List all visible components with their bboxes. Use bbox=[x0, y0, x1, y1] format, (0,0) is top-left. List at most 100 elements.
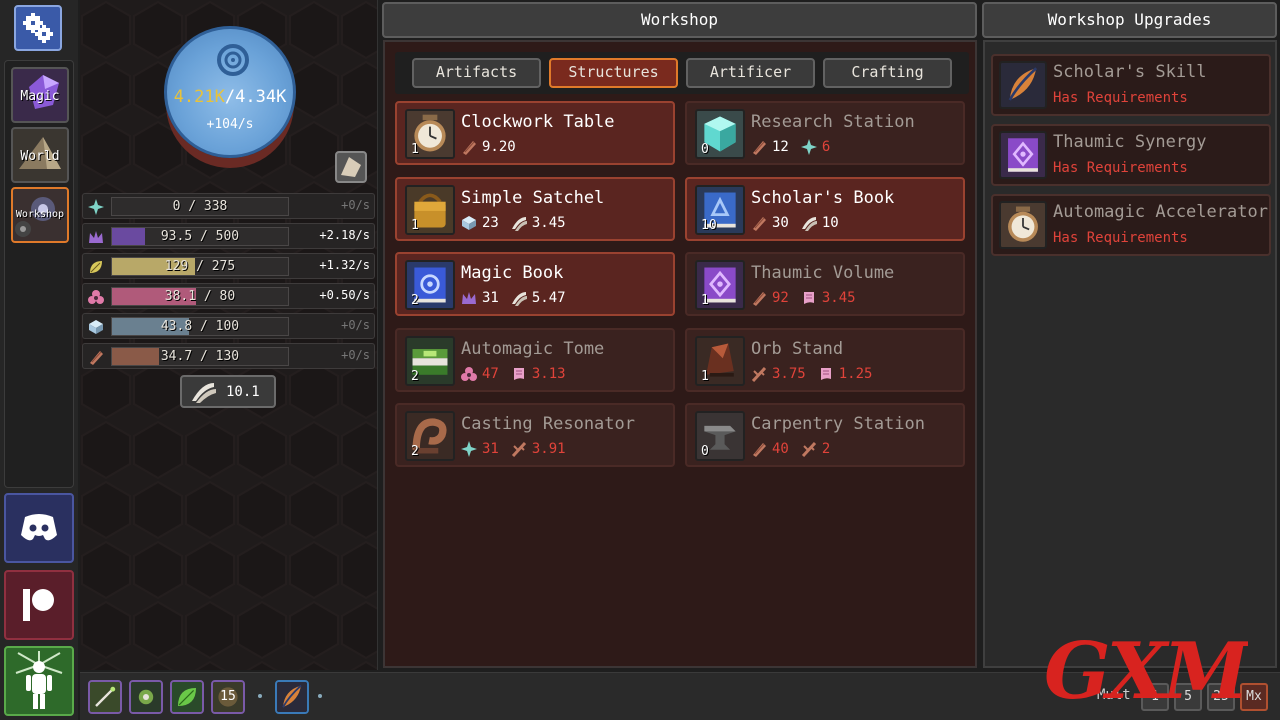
cost-value: 3.45 bbox=[821, 290, 856, 306]
structure-card[interactable]: 1 Simple Satchel 23 3.45 bbox=[395, 176, 675, 241]
nav-world-button[interactable]: World bbox=[11, 127, 69, 183]
structure-costs: 23 3.45 bbox=[461, 215, 566, 231]
upgrade-card[interactable]: Thaumic Synergy Has Requirements bbox=[991, 124, 1271, 186]
structure-thumb: 0 bbox=[695, 411, 745, 461]
structure-card[interactable]: 2 Casting Resonator 31 3.91 bbox=[395, 403, 675, 467]
mana-rate: +104/s bbox=[206, 117, 254, 132]
plank-icon bbox=[463, 141, 476, 155]
discord-icon bbox=[21, 514, 57, 541]
separator-dot bbox=[318, 694, 322, 698]
structure-card[interactable]: 2 Automagic Tome 47 3.13 bbox=[395, 327, 675, 392]
resource-row[interactable]: 0 / 338 +0/s bbox=[82, 193, 375, 219]
resource-row[interactable]: 129 / 275 +1.32/s bbox=[82, 253, 375, 279]
cost-value: 6 bbox=[821, 139, 831, 155]
scroll-icon bbox=[801, 216, 817, 231]
cost-value: 10 bbox=[821, 214, 839, 231]
buff-slot[interactable]: 15 bbox=[211, 680, 245, 714]
cost-item: 3.45 bbox=[511, 215, 566, 231]
trinity-icon bbox=[88, 290, 104, 304]
resource-icon-wrap bbox=[85, 286, 107, 308]
structure-costs: 12 6 bbox=[751, 139, 830, 155]
nav-workshop-button[interactable]: Workshop bbox=[11, 187, 69, 243]
nav-magic-label: Magic bbox=[20, 89, 60, 104]
parchment-icon bbox=[513, 367, 524, 380]
upgrade-requirement: Has Requirements bbox=[1053, 160, 1188, 176]
watermark-text: GXM bbox=[1044, 626, 1248, 716]
buff-slot[interactable] bbox=[129, 680, 163, 714]
patreon-button[interactable] bbox=[4, 570, 74, 640]
structure-card[interactable]: 0 Carpentry Station 40 2 bbox=[685, 403, 965, 467]
structure-count: 2 bbox=[411, 368, 419, 384]
structure-card[interactable]: 10 Scholar's Book 30 10 bbox=[685, 176, 965, 241]
resource-rate: +0/s bbox=[341, 348, 370, 362]
structure-name: Research Station bbox=[751, 112, 915, 132]
nav-magic-button[interactable]: Magic bbox=[11, 67, 69, 123]
upgrades-title: Workshop Upgrades bbox=[982, 2, 1277, 38]
branch-icon bbox=[511, 441, 526, 457]
tab-artificer[interactable]: Artificer bbox=[686, 58, 815, 88]
structure-thumb: 1 bbox=[695, 260, 745, 310]
resource-row[interactable]: 93.5 / 500 +2.18/s bbox=[82, 223, 375, 249]
structure-count: 1 bbox=[411, 217, 419, 233]
cost-item: 3.45 bbox=[801, 290, 856, 306]
patreon-icon bbox=[23, 589, 54, 621]
character-button[interactable] bbox=[4, 646, 74, 716]
structure-name: Clockwork Table bbox=[461, 112, 615, 132]
upgrade-card[interactable]: Scholar's Skill Has Requirements bbox=[991, 54, 1271, 116]
structure-card[interactable]: 0 Research Station 12 6 bbox=[685, 101, 965, 165]
upgrade-name: Automagic Accelerator bbox=[1053, 202, 1268, 222]
scroll-value: 10.1 bbox=[226, 384, 260, 400]
resource-row[interactable]: 38.1 / 80 +0.50/s bbox=[82, 283, 375, 309]
cost-value: 2 bbox=[821, 441, 831, 457]
cost-item: 47 bbox=[461, 366, 499, 382]
resource-row[interactable]: 34.7 / 130 +0/s bbox=[82, 343, 375, 369]
buff-slot[interactable] bbox=[170, 680, 204, 714]
structure-count: 0 bbox=[701, 142, 709, 157]
upgrade-name: Scholar's Skill bbox=[1053, 62, 1207, 82]
structure-card[interactable]: 1 Clockwork Table 9.20 bbox=[395, 101, 675, 165]
structure-name: Orb Stand bbox=[751, 338, 844, 359]
structure-card[interactable]: 2 Magic Book 31 5.47 bbox=[395, 252, 675, 316]
crown-icon bbox=[462, 292, 476, 304]
purple-book-icon bbox=[1001, 133, 1045, 177]
resource-amount: 93.5 / 500 bbox=[160, 229, 240, 244]
structure-card[interactable]: 1 Orb Stand 3.75 1.25 bbox=[685, 327, 965, 392]
cost-value: 3.45 bbox=[531, 214, 566, 231]
structure-costs: 31 5.47 bbox=[461, 290, 566, 306]
left-nav: Magic World Workshop bbox=[0, 0, 78, 720]
workshop-tabs: Artifacts Structures Artificer Crafting bbox=[395, 52, 969, 94]
nav-workshop-label: Workshop bbox=[15, 209, 65, 220]
inventory-button[interactable] bbox=[335, 151, 367, 183]
plank-icon bbox=[90, 351, 103, 365]
tab-crafting[interactable]: Crafting bbox=[823, 58, 952, 88]
cube-icon bbox=[89, 320, 103, 334]
resource-rate: +0/s bbox=[341, 198, 370, 212]
upgrade-thumb bbox=[999, 131, 1047, 179]
mana-orb[interactable]: 4.21K/4.34K +104/s bbox=[164, 26, 296, 158]
resource-amount: 38.1 / 80 bbox=[164, 289, 236, 304]
tab-structures[interactable]: Structures bbox=[549, 58, 678, 88]
cost-value: 23 bbox=[482, 214, 499, 231]
structure-card[interactable]: 1 Thaumic Volume 92 3.45 bbox=[685, 252, 965, 316]
scroll-counter[interactable]: 10.1 bbox=[180, 375, 276, 408]
tab-artifacts[interactable]: Artifacts bbox=[412, 58, 541, 88]
resource-icon-wrap bbox=[85, 226, 107, 248]
resource-rate: +2.18/s bbox=[319, 228, 370, 242]
scroll-icon bbox=[511, 292, 527, 306]
discord-button[interactable] bbox=[4, 493, 74, 563]
buff-slot[interactable] bbox=[88, 680, 122, 714]
resource-row[interactable]: 43.8 / 100 +0/s bbox=[82, 313, 375, 339]
structure-count: 10 bbox=[701, 217, 717, 233]
settings-button[interactable] bbox=[14, 5, 62, 51]
resource-amount: 43.8 / 100 bbox=[160, 319, 240, 334]
cost-value: 9.20 bbox=[482, 139, 516, 155]
bag-icon bbox=[341, 157, 361, 177]
structure-thumb: 1 bbox=[695, 335, 745, 386]
cost-item: 6 bbox=[800, 139, 831, 155]
upgrade-card[interactable]: Automagic Accelerator Has Requirements bbox=[991, 194, 1271, 256]
buff-slot[interactable] bbox=[275, 680, 309, 714]
workshop-title: Workshop bbox=[382, 2, 977, 38]
plank-icon bbox=[753, 141, 766, 155]
quill-icon bbox=[277, 682, 307, 712]
structure-count: 1 bbox=[411, 142, 419, 157]
